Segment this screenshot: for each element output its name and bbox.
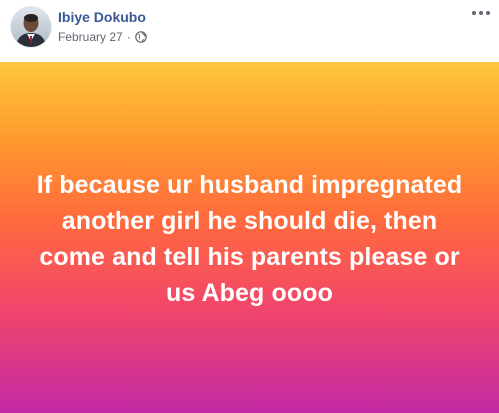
facebook-post: Ibiye Dokubo February 27 · If because ur… bbox=[0, 0, 499, 413]
meta-separator: · bbox=[126, 30, 131, 44]
status-background-card: If because ur husband impregnated anothe… bbox=[0, 62, 499, 413]
author-name[interactable]: Ibiye Dokubo bbox=[58, 9, 146, 25]
post-header: Ibiye Dokubo February 27 · bbox=[0, 0, 499, 62]
post-timestamp[interactable]: February 27 bbox=[58, 30, 123, 44]
more-options-button[interactable] bbox=[471, 6, 491, 20]
avatar-photo-icon bbox=[11, 7, 51, 47]
ellipsis-dot bbox=[486, 11, 490, 15]
ellipsis-dot bbox=[479, 11, 483, 15]
status-text: If because ur husband impregnated anothe… bbox=[36, 170, 463, 307]
globe-icon[interactable] bbox=[134, 31, 147, 43]
post-meta: February 27 · bbox=[58, 29, 147, 45]
author-avatar[interactable] bbox=[11, 7, 51, 47]
ellipsis-dot bbox=[472, 11, 476, 15]
